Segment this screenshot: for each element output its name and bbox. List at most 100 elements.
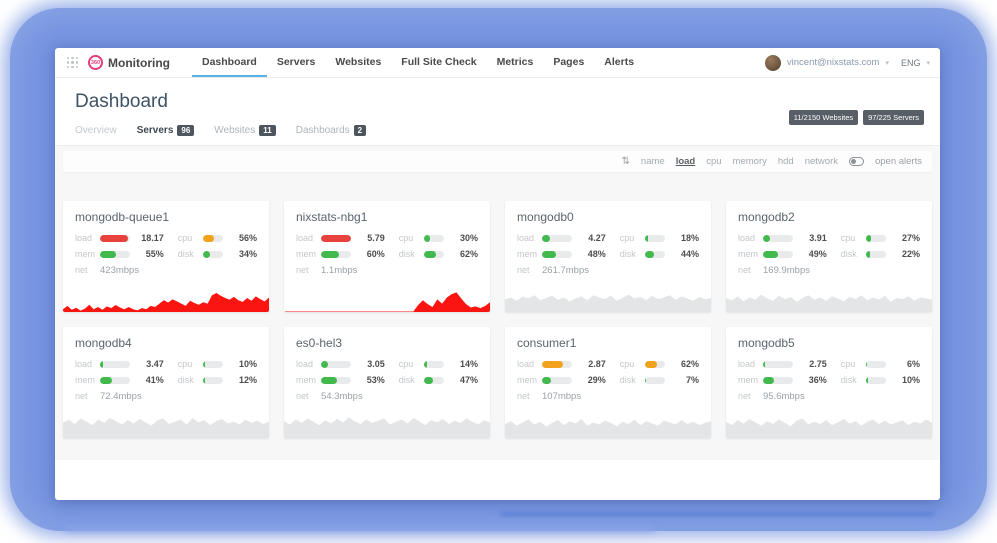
tab-dashboards[interactable]: Dashboards2: [296, 125, 366, 136]
net-metric: net261.7mbps: [517, 265, 606, 275]
server-name: es0-hel3: [296, 336, 478, 350]
sort-by-memory[interactable]: memory: [733, 156, 767, 167]
server-card[interactable]: mongodb0load4.27mem48%net261.7mbpscpu18%…: [505, 201, 711, 312]
load-metric: load4.27: [517, 233, 606, 243]
metric-label: load: [75, 359, 100, 369]
metric-value: 34%: [229, 249, 257, 259]
net-value: 1.1mbps: [321, 265, 357, 276]
metrics-right-column: cpu27%disk22%: [841, 233, 920, 281]
mem-metric: mem36%: [738, 375, 827, 385]
metrics: load2.75mem36%net95.6mbpscpu6%disk10%: [738, 359, 920, 407]
brand-logo[interactable]: 360 Monitoring: [86, 48, 178, 77]
metrics-right-column: cpu14%disk47%: [399, 359, 478, 407]
metric-label: net: [296, 391, 321, 401]
tab-servers[interactable]: Servers96: [137, 125, 195, 136]
server-card[interactable]: mongodb5load2.75mem36%net95.6mbpscpu6%di…: [726, 327, 932, 438]
metric-bar-fill: [321, 377, 337, 384]
net-value: 54.3mbps: [321, 391, 363, 402]
user-avatar[interactable]: [765, 55, 781, 71]
metric-label: mem: [296, 375, 321, 385]
metrics-left-column: load2.87mem29%net107mbps: [517, 359, 606, 407]
mem-metric: mem 41%: [75, 375, 164, 385]
metric-value: 41%: [136, 375, 164, 385]
net-value: 107mbps: [542, 391, 581, 402]
metric-bar: [763, 377, 793, 384]
metrics: load3.05mem53%net54.3mbpscpu14%disk47%: [296, 359, 478, 407]
server-name: nixstats-nbg1: [296, 210, 478, 224]
metric-label: cpu: [178, 359, 203, 369]
metric-label: mem: [75, 375, 100, 385]
metric-bar-fill: [763, 361, 765, 368]
sort-by-hdd[interactable]: hdd: [778, 156, 794, 167]
metric-value: 44%: [671, 249, 699, 259]
metric-value: 7%: [671, 375, 699, 385]
nav-item-alerts[interactable]: Alerts: [594, 48, 644, 77]
metric-bar: [321, 235, 351, 242]
open-alerts-label[interactable]: open alerts: [875, 156, 922, 167]
nav-item-dashboard[interactable]: Dashboard: [192, 48, 267, 77]
net-value: 261.7mbps: [542, 265, 589, 276]
metric-bar: [321, 377, 351, 384]
server-card[interactable]: mongodb2load3.91mem49%net169.9mbpscpu27%…: [726, 201, 932, 312]
load-metric: load2.87: [517, 359, 606, 369]
nav-item-pages[interactable]: Pages: [543, 48, 594, 77]
metrics-left-column: load3.05mem53%net54.3mbps: [296, 359, 385, 407]
metric-bar: [100, 235, 130, 242]
language-menu[interactable]: ENG: [901, 58, 921, 68]
sort-arrows-icon: ⇅: [622, 156, 630, 167]
metric-bar-fill: [542, 377, 551, 384]
metrics: load4.27mem48%net261.7mbpscpu18%disk44%: [517, 233, 699, 281]
metric-label: load: [296, 233, 321, 243]
app-grid-icon[interactable]: [67, 57, 78, 68]
metrics-left-column: load3.91mem49%net169.9mbps: [738, 233, 827, 281]
nav-item-metrics[interactable]: Metrics: [487, 48, 544, 77]
server-card[interactable]: mongodb4load3.47mem41%net72.4mbpscpu10%d…: [63, 327, 269, 438]
metric-bar-fill: [424, 251, 437, 258]
server-card[interactable]: mongodb-queue1load18.17mem55%net423mbpsc…: [63, 201, 269, 312]
metric-value: 49%: [799, 249, 827, 259]
tab-websites[interactable]: Websites11: [214, 125, 275, 136]
nav-item-servers[interactable]: Servers: [267, 48, 326, 77]
metric-label: load: [517, 233, 542, 243]
cpu-metric: cpu62%: [620, 359, 699, 369]
chevron-down-icon: ▾: [885, 59, 889, 67]
metric-bar-fill: [866, 235, 871, 242]
brand-name: Monitoring: [108, 56, 170, 70]
metric-bar: [763, 361, 793, 368]
sort-by-name[interactable]: name: [641, 156, 665, 167]
metric-value: 53%: [357, 375, 385, 385]
metric-bar: [424, 235, 444, 242]
metric-bar-fill: [866, 251, 870, 258]
metric-label: net: [517, 391, 542, 401]
metric-bar-fill: [321, 235, 351, 242]
metric-bar-fill: [203, 361, 205, 368]
nav-item-full-site-check[interactable]: Full Site Check: [391, 48, 486, 77]
tab-count-badge: 2: [354, 125, 366, 136]
metrics-left-column: load2.75mem36%net95.6mbps: [738, 359, 827, 407]
server-card[interactable]: consumer1load2.87mem29%net107mbpscpu62%d…: [505, 327, 711, 438]
tab-overview[interactable]: Overview: [75, 125, 117, 136]
sort-by-load[interactable]: load: [676, 156, 696, 167]
server-card[interactable]: nixstats-nbg1load5.79mem60%net1.1mbpscpu…: [284, 201, 490, 312]
metric-bar-fill: [645, 251, 654, 258]
metric-value: 56%: [229, 233, 257, 243]
server-card[interactable]: es0-hel3load3.05mem53%net54.3mbpscpu14%d…: [284, 327, 490, 438]
metric-bar: [321, 251, 351, 258]
metric-label: cpu: [620, 359, 645, 369]
nav-item-websites[interactable]: Websites: [325, 48, 391, 77]
metric-bar-fill: [866, 361, 867, 368]
metrics-left-column: load18.17mem55%net423mbps: [75, 233, 164, 281]
content-area: ⇅ nameloadcpumemoryhddnetwork open alert…: [55, 145, 940, 460]
disk-metric: disk10%: [841, 375, 920, 385]
cpu-metric: cpu56%: [178, 233, 257, 243]
sort-by-cpu[interactable]: cpu: [706, 156, 721, 167]
sort-by-network[interactable]: network: [805, 156, 838, 167]
cpu-metric: cpu30%: [399, 233, 478, 243]
metric-label: mem: [517, 375, 542, 385]
metric-value: 18%: [671, 233, 699, 243]
metric-bar: [100, 361, 130, 368]
open-alerts-toggle-icon[interactable]: [849, 157, 864, 166]
metric-bar-fill: [203, 235, 214, 242]
user-email-menu[interactable]: vincent@nixstats.com: [787, 57, 880, 68]
net-metric: net423mbps: [75, 265, 164, 275]
